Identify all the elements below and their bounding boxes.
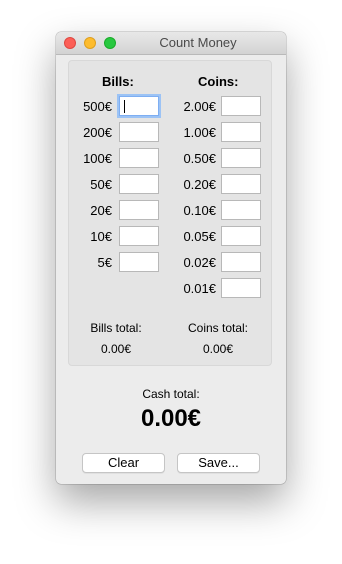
bill-label-50: 50€ [90, 177, 112, 192]
bill-label-10: 10€ [90, 229, 112, 244]
bills-total-label: Bills total: [90, 321, 142, 335]
bill-label-500: 500€ [83, 99, 112, 114]
coin-0-02-input[interactable] [221, 252, 261, 272]
coin-0-01-input[interactable] [221, 278, 261, 298]
bill-label-100: 100€ [83, 151, 112, 166]
text-cursor [124, 100, 125, 113]
bill-500-input[interactable] [119, 96, 159, 116]
bills-header: Bills: [102, 74, 134, 89]
clear-button[interactable]: Clear [82, 453, 165, 473]
coin-2-00-input[interactable] [221, 96, 261, 116]
coins-header: Coins: [198, 74, 239, 89]
cash-total-value: 0.00€ [140, 405, 202, 432]
coins-total-value: 0.00€ [202, 342, 234, 356]
bill-5-input[interactable] [119, 252, 159, 272]
coin-label-0-05: 0.05€ [183, 229, 216, 244]
coin-0-05-input[interactable] [221, 226, 261, 246]
coin-label-0-20: 0.20€ [183, 177, 216, 192]
bill-100-input[interactable] [119, 148, 159, 168]
coin-label-2-00: 2.00€ [183, 99, 216, 114]
coin-label-0-10: 0.10€ [183, 203, 216, 218]
close-window-button[interactable] [64, 37, 76, 49]
title-bar[interactable]: Count Money [56, 32, 286, 55]
coin-label-0-02: 0.02€ [183, 255, 216, 270]
coins-total-label: Coins total: [187, 321, 249, 335]
bill-10-input[interactable] [119, 226, 159, 246]
bill-label-200: 200€ [83, 125, 112, 140]
coin-1-00-input[interactable] [221, 122, 261, 142]
minimize-window-button[interactable] [84, 37, 96, 49]
coin-label-0-01: 0.01€ [183, 281, 216, 296]
bill-20-input[interactable] [119, 200, 159, 220]
coin-0-10-input[interactable] [221, 200, 261, 220]
maximize-window-button[interactable] [104, 37, 116, 49]
bill-50-input[interactable] [119, 174, 159, 194]
count-money-window: Count Money Bills: Coins: 500€ 200€ 100€… [56, 32, 286, 484]
bill-label-5: 5€ [97, 255, 112, 270]
coin-0-20-input[interactable] [221, 174, 261, 194]
bills-total-value: 0.00€ [100, 342, 132, 356]
bill-200-input[interactable] [119, 122, 159, 142]
save-button[interactable]: Save... [177, 453, 260, 473]
bill-label-20: 20€ [90, 203, 112, 218]
window-title: Count Money [159, 35, 237, 50]
coin-label-1-00: 1.00€ [183, 125, 216, 140]
coin-label-0-50: 0.50€ [183, 151, 216, 166]
coin-0-50-input[interactable] [221, 148, 261, 168]
cash-total-label: Cash total: [142, 387, 200, 401]
